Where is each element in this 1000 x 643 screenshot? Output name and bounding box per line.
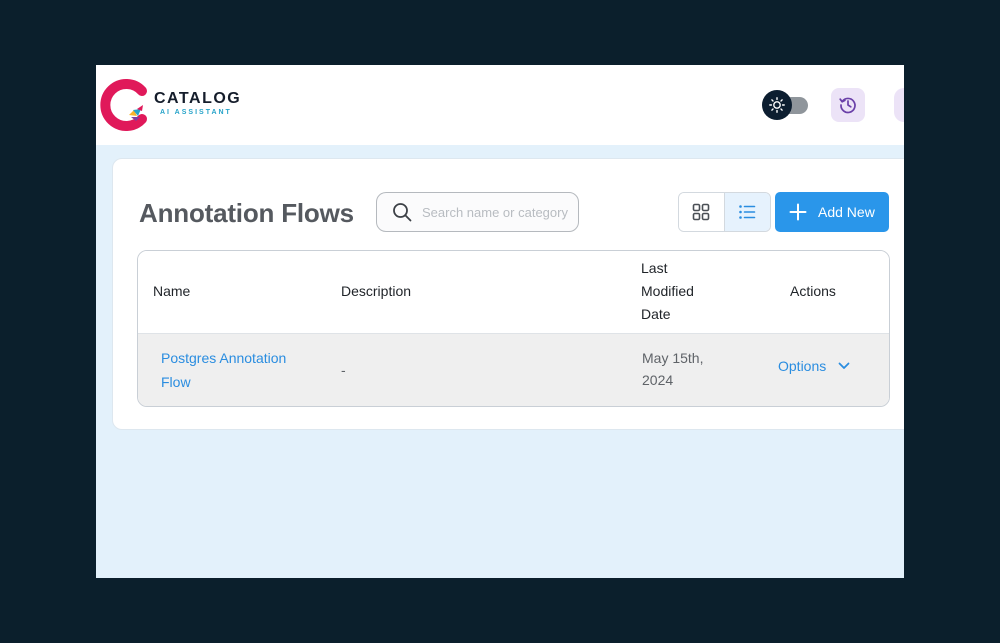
list-view-button[interactable] [724,193,770,231]
plus-icon [789,203,807,221]
brand-tagline: AI ASSISTANT [160,109,232,116]
page-title: Annotation Flows [139,198,354,228]
history-button[interactable] [831,88,865,122]
search-box[interactable] [376,192,579,232]
user-avatar[interactable] [894,88,904,122]
grid-view-button[interactable] [679,193,725,231]
table-header: Name Description Last Modified Date Acti… [138,251,889,334]
column-header-last-modified-line: Last [641,260,668,276]
chevron-down-icon [838,362,850,369]
theme-toggle-knob [762,90,792,120]
flow-name-link[interactable]: Postgres Annotation Flow [161,346,286,394]
flow-modified-date-line: 2024 [642,372,674,388]
add-new-label: Add New [818,204,875,220]
flow-description: - [341,362,346,378]
flow-name-line: Flow [161,374,191,390]
add-new-button[interactable]: Add New [775,192,889,232]
flow-modified-date: May 15th, 2024 [642,347,703,391]
brand: CATALOG AI ASSISTANT [154,90,241,117]
top-bar: CATALOG AI ASSISTANT [96,65,904,145]
column-header-name: Name [153,283,191,299]
content-card: Annotation Flows Search name or category… [112,158,904,430]
column-header-description: Description [341,283,412,299]
flow-modified-date-line: May 15th, [642,350,704,366]
history-icon [839,97,856,114]
search-input[interactable] [422,204,572,220]
table-row: Postgres Annotation Flow - May 15th, 202… [138,334,889,406]
column-header-last-modified: Last Modified Date [641,257,694,326]
app-window: CATALOG AI ASSISTANT Annotation Flows Se… [96,65,904,578]
view-toggle [678,192,771,232]
catalog-logo [100,79,147,131]
grid-icon [692,203,710,221]
column-header-last-modified-line: Modified [641,283,694,299]
flows-table: Name Description Last Modified Date Acti… [137,250,890,407]
list-icon [739,205,756,219]
search-icon [393,203,412,222]
options-dropdown[interactable]: Options [778,358,850,374]
flow-name-line: Postgres Annotation [161,350,287,366]
column-header-actions: Actions [790,283,836,299]
theme-toggle[interactable] [762,90,810,120]
column-header-last-modified-line: Date [641,306,671,322]
options-label: Options [778,358,827,374]
sun-icon [769,97,785,113]
brand-name: CATALOG [154,90,242,107]
